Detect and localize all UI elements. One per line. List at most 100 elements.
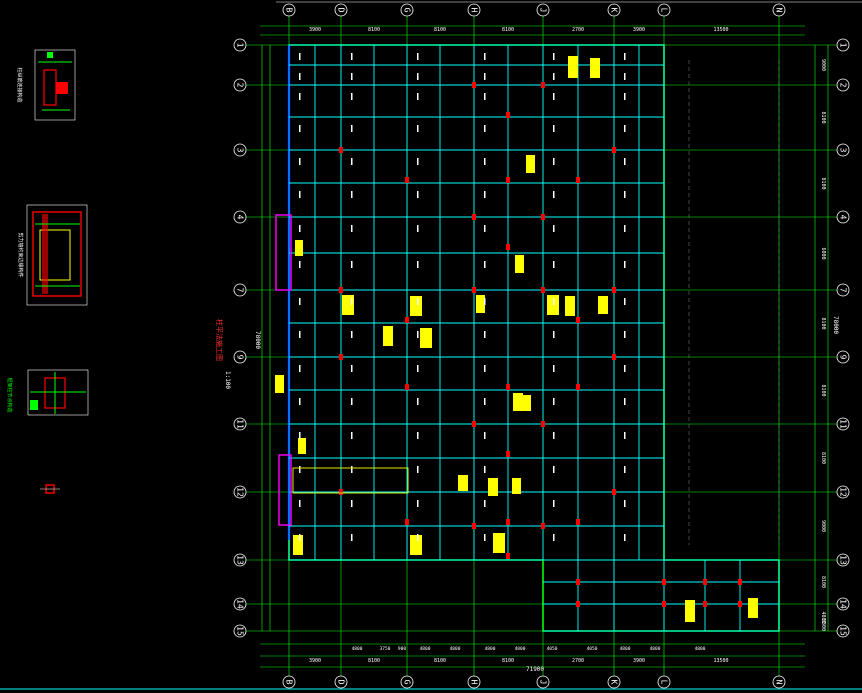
dimension-label-bottom-inner: 4800: [485, 646, 496, 652]
axis-label-row: 2: [236, 83, 245, 88]
column-annotation-block: [476, 295, 485, 313]
annotation-tick: [299, 432, 301, 439]
column-annotations: [275, 53, 758, 622]
column-mark: [405, 384, 409, 390]
axis-label-col: J: [539, 680, 548, 685]
axis-label-col: D: [337, 680, 346, 685]
annotation-tick: [624, 93, 626, 100]
column-mark: [612, 287, 616, 293]
column-mark: [339, 489, 343, 495]
axis-label-col: K: [610, 8, 619, 13]
structural-plan-canvas: 3900 8100 8100 8100 2700 3900 135004800 3750 900…: [0, 1, 862, 690]
column-mark: [339, 287, 343, 293]
dimension-label-top: 3900: [309, 27, 321, 33]
column-annotation-block: [420, 328, 432, 348]
column-annotation-block: [513, 393, 523, 411]
column-mark: [662, 579, 666, 585]
detail1-column: [43, 69, 57, 106]
annotation-tick: [299, 500, 301, 507]
dimension-label-right: 6000: [820, 247, 826, 259]
column-mark: [703, 579, 707, 585]
detail2-title: 剪力墙约束边缘构件: [17, 232, 24, 277]
annotation-tick: [553, 73, 555, 80]
annotation-tick: [624, 331, 626, 338]
column-mark: [472, 523, 476, 529]
annotation-tick: [351, 125, 353, 132]
axis-label-row: 15: [839, 626, 848, 636]
detail-drawings: [26, 49, 89, 494]
annotation-tick: [417, 191, 419, 198]
dimension-label-top: 8100: [368, 27, 380, 33]
annotation-tick: [484, 534, 486, 541]
column-mark: [576, 579, 580, 585]
annotation-tick: [553, 93, 555, 100]
annotation-tick: [484, 365, 486, 372]
column-marks: [339, 82, 742, 607]
dimension-label-right: 9000: [820, 520, 826, 532]
annotation-tick: [624, 158, 626, 165]
annotation-tick: [553, 125, 555, 132]
column-annotation-block: [526, 155, 535, 173]
column-mark: [506, 384, 510, 390]
annotation-tick: [417, 125, 419, 132]
column-mark: [612, 354, 616, 360]
axis-label-col: N: [775, 8, 784, 13]
annotation-tick: [417, 261, 419, 268]
column-annotation-block: [488, 478, 498, 496]
column-mark: [541, 421, 545, 427]
dimension-label-bottom-inner: 4800: [620, 646, 631, 652]
annotation-tick: [417, 466, 419, 473]
detail1-title: 柱纵筋连接构造: [16, 67, 23, 102]
dimension-label-bottom-outer: 8100: [502, 658, 514, 664]
annotation-tick: [624, 398, 626, 405]
annotation-tick: [553, 225, 555, 232]
column-mark: [506, 112, 510, 118]
column-mark: [506, 451, 510, 457]
axis-label-col: H: [470, 8, 479, 13]
column-mark: [405, 177, 409, 183]
column-annotation-block: [565, 296, 575, 316]
axis-label-col: B: [285, 680, 294, 685]
column-annotation-block: [748, 598, 758, 618]
detail2-frame: [26, 204, 88, 306]
annotation-tick: [351, 432, 353, 439]
annotation-tick: [417, 500, 419, 507]
left-total-dimension: 78000: [254, 331, 261, 349]
column-annotation-block: [512, 478, 521, 494]
column-mark: [612, 147, 616, 153]
column-mark: [662, 601, 666, 607]
bottom-total-dimension: 71900: [526, 666, 544, 673]
dimension-label-top: 2700: [572, 27, 584, 33]
annotation-tick: [624, 534, 626, 541]
column-mark: [506, 177, 510, 183]
annotation-tick: [417, 432, 419, 439]
annotation-tick: [351, 331, 353, 338]
annotation-tick: [624, 500, 626, 507]
annotation-tick: [553, 53, 555, 60]
annotation-tick: [351, 298, 353, 305]
axis-label-row: 7: [236, 288, 245, 293]
column-mark: [703, 601, 707, 607]
annotation-tick: [484, 125, 486, 132]
annotation-tick: [417, 225, 419, 232]
axis-label-row: 3: [236, 148, 245, 153]
annotation-tick: [299, 331, 301, 338]
annotation-tick: [484, 93, 486, 100]
axis-label-col: G: [403, 8, 412, 13]
dimension-label-bottom-inner: 4800: [695, 646, 706, 652]
dimension-label-top: 8100: [434, 27, 446, 33]
dimension-label-bottom-outer: 13500: [713, 658, 728, 664]
axis-label-row: 7: [839, 288, 848, 293]
annotation-tick: [553, 191, 555, 198]
annotation-tick: [553, 365, 555, 372]
vertical-drawing-title: 柱平法施工图: [215, 319, 224, 361]
dimension-label-bottom-outer: 2700: [572, 658, 584, 664]
column-mark: [576, 519, 580, 525]
column-mark: [472, 214, 476, 220]
axis-label-row: 11: [236, 419, 245, 429]
annotation-tick: [553, 261, 555, 268]
axis-label-row: 9: [236, 355, 245, 360]
detail1-note: [47, 52, 53, 58]
annotation-tick: [351, 53, 353, 60]
axis-label-row: 13: [839, 555, 848, 565]
